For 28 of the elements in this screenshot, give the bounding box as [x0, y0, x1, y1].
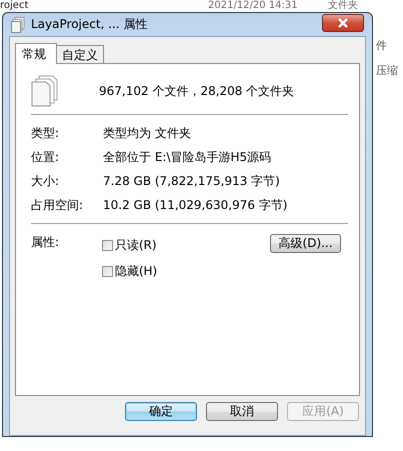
- file-type: 压缩: [376, 63, 398, 78]
- property-value: 类型均为 文件夹: [103, 124, 191, 142]
- files-icon: [31, 75, 59, 107]
- checkbox-label: 隐藏(H): [114, 263, 158, 280]
- attributes-label: 属性:: [31, 234, 60, 251]
- window-title: LayaProject, ... 属性: [31, 16, 148, 33]
- checkbox[interactable]: [102, 240, 113, 251]
- cancel-button[interactable]: 取消: [206, 402, 278, 421]
- property-value: 全部位于 E:\冒险岛手游H5源码: [103, 148, 272, 166]
- property-value: 10.2 GB (11,029,630,976 字节): [103, 196, 288, 214]
- property-value: 7.28 GB (7,822,175,913 字节): [103, 172, 280, 190]
- property-label: 位置:: [31, 148, 60, 166]
- property-label: 占用空间:: [31, 196, 84, 214]
- file-name: roject: [0, 0, 30, 12]
- file-date: 2021/12/20 14:31: [208, 0, 299, 12]
- property-label: 类型:: [31, 124, 60, 142]
- checkbox-label: 只读(R): [114, 237, 157, 254]
- file-type: 件: [376, 38, 388, 53]
- tab[interactable]: 自定义: [56, 45, 104, 63]
- close-button[interactable]: [322, 14, 364, 32]
- ok-button[interactable]: 确定: [125, 402, 197, 421]
- advanced-button[interactable]: 高级(D)...: [270, 234, 341, 253]
- files-icon: [11, 16, 25, 32]
- summary-text: 967,102 个文件，28,208 个文件夹: [99, 82, 294, 100]
- tab[interactable]: 常规: [15, 43, 57, 64]
- close-icon: [336, 18, 350, 28]
- checkbox[interactable]: [102, 266, 113, 277]
- property-label: 大小:: [31, 172, 60, 190]
